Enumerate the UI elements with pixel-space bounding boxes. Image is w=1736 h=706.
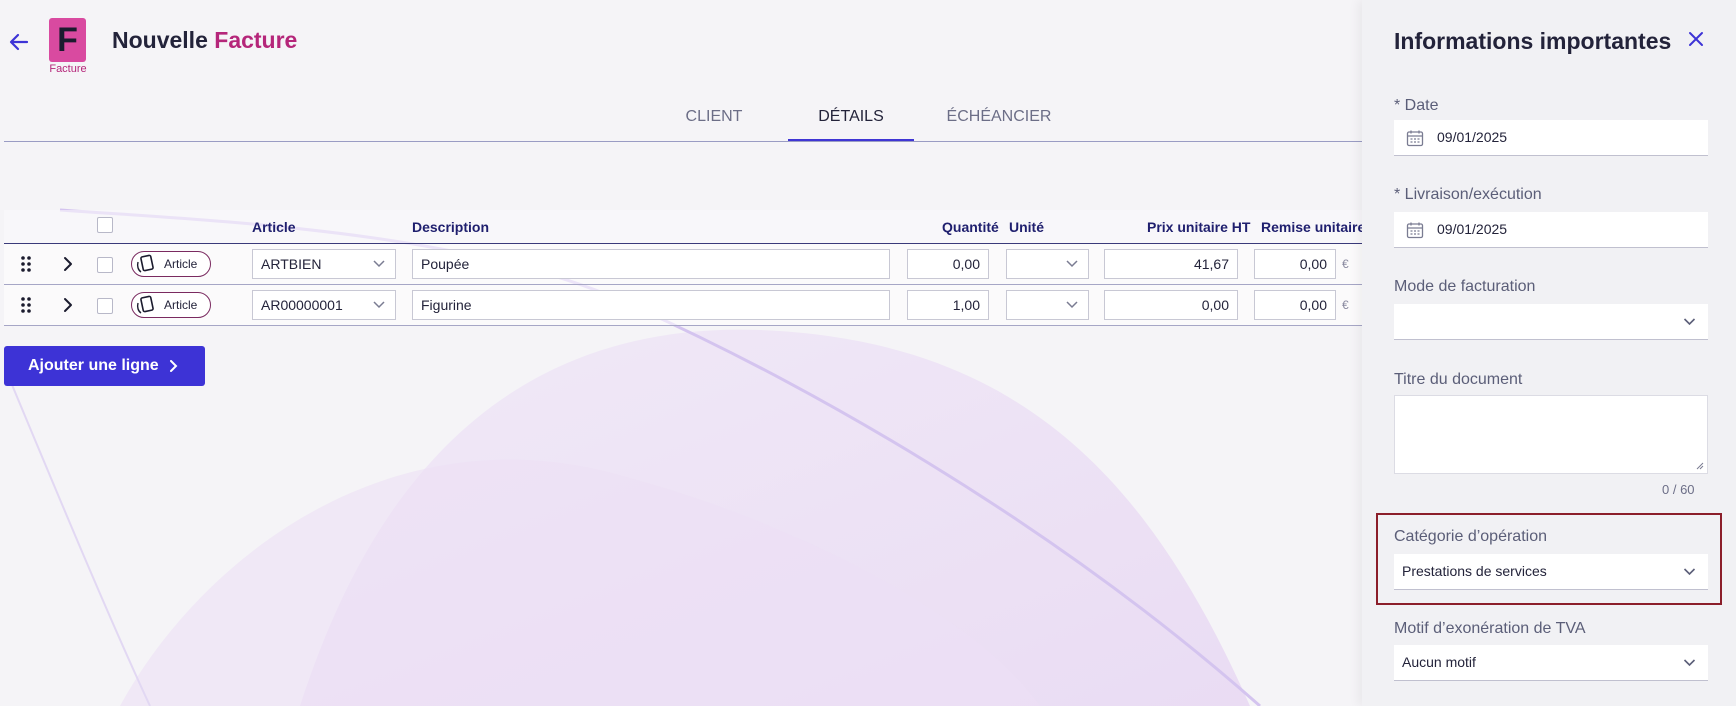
article-value: AR00000001 [261,297,343,313]
lines-table: Article Description Quantité Unité Prix … [4,210,1362,326]
categorie-select[interactable]: Prestations de services [1394,554,1708,590]
unit-price-input[interactable]: 0,00 [1104,290,1238,320]
info-panel: Informations importantes * Date 09/01/20… [1362,0,1736,706]
col-quantite: Quantité [942,219,999,235]
col-description: Description [412,219,490,235]
expand-chevron-icon[interactable] [59,255,77,273]
mode-label: Mode de facturation [1394,278,1536,295]
select-all-checkbox[interactable] [97,217,113,233]
col-prix: Prix unitaire HT [1147,219,1251,235]
article-select[interactable]: AR00000001 [252,290,396,320]
titre-label: Titre du document [1394,371,1523,388]
date-label: * Date [1394,97,1439,114]
description-input[interactable]: Poupée [412,249,890,279]
livraison-label: * Livraison/exécution [1394,186,1542,203]
tab-echeancier[interactable]: ÉCHÉANCIER [946,98,1052,142]
motif-select[interactable]: Aucun motif [1394,645,1708,681]
discount-input[interactable]: 0,00 [1254,249,1336,279]
unit-price-input[interactable]: 41,67 [1104,249,1238,279]
description-input[interactable]: Figurine [412,290,890,320]
article-select[interactable]: ARTBIEN [252,249,396,279]
page-title: Nouvelle Facture [112,27,297,54]
unit-select[interactable] [1006,290,1089,320]
invoice-logo: F [49,18,86,62]
date-value: 09/01/2025 [1437,129,1508,145]
chevron-down-icon [373,260,385,268]
date-field[interactable]: 09/01/2025 [1394,120,1708,156]
back-arrow-icon[interactable] [7,30,31,54]
quantity-input[interactable]: 1,00 [907,290,989,320]
close-icon[interactable] [1686,29,1706,49]
table-row: Article ARTBIEN Poupée 0,00 41,67 0,00 € [4,244,1362,285]
titre-counter: 0 / 60 [1662,482,1695,497]
expand-chevron-icon[interactable] [59,296,77,314]
chevron-right-icon [170,360,178,372]
titre-textarea[interactable] [1394,395,1708,474]
quantity-input[interactable]: 0,00 [907,249,989,279]
title-accent: Facture [214,27,298,53]
chip-label: Article [164,298,198,312]
col-article: Article [252,219,296,235]
motif-value: Aucun motif [1402,654,1476,670]
article-type-chip: Article [131,292,211,318]
unit-select[interactable] [1006,249,1089,279]
motif-label: Motif d’exonération de TVA [1394,620,1586,637]
add-line-label: Ajouter une ligne [28,357,159,374]
article-icon [136,254,154,273]
mode-select[interactable] [1394,304,1708,340]
table-header: Article Description Quantité Unité Prix … [4,210,1362,244]
article-icon [136,295,154,314]
currency-symbol: € [1342,298,1349,312]
chevron-down-icon [1683,659,1696,667]
row-checkbox[interactable] [97,298,113,314]
main-area: F Facture Nouvelle Facture CLIENT DÉTAIL… [0,0,1362,706]
tab-details[interactable]: DÉTAILS [788,98,914,142]
calendar-icon [1406,222,1424,239]
categorie-value: Prestations de services [1402,563,1547,579]
discount-input[interactable]: 0,00 [1254,290,1336,320]
add-line-button[interactable]: Ajouter une ligne [4,346,205,386]
tab-client[interactable]: CLIENT [672,98,756,142]
chevron-down-icon [373,301,385,309]
tab-bar: CLIENT DÉTAILS ÉCHÉANCIER [672,98,1052,142]
panel-title: Informations importantes [1394,28,1672,54]
drag-handle-icon[interactable] [17,296,35,314]
chevron-down-icon [1683,318,1696,326]
currency-symbol: € [1342,257,1349,271]
article-type-chip: Article [131,251,211,277]
categorie-label: Catégorie d’opération [1394,528,1547,545]
row-checkbox[interactable] [97,257,113,273]
col-remise: Remise unitaire [1261,219,1362,235]
article-value: ARTBIEN [261,256,322,272]
livraison-field[interactable]: 09/01/2025 [1394,212,1708,248]
title-prefix: Nouvelle [112,27,208,53]
chevron-down-icon [1683,568,1696,576]
resize-grip-icon[interactable] [1696,462,1704,470]
logo-caption: Facture [49,63,87,75]
calendar-icon [1406,130,1424,147]
drag-handle-icon[interactable] [17,255,35,273]
chevron-down-icon [1066,260,1078,268]
chip-label: Article [164,257,198,271]
col-unite: Unité [1009,219,1044,235]
table-row: Article AR00000001 Figurine 1,00 0,00 0,… [4,285,1362,326]
tabs-divider [4,141,1362,142]
chevron-down-icon [1066,301,1078,309]
livraison-value: 09/01/2025 [1437,221,1508,237]
